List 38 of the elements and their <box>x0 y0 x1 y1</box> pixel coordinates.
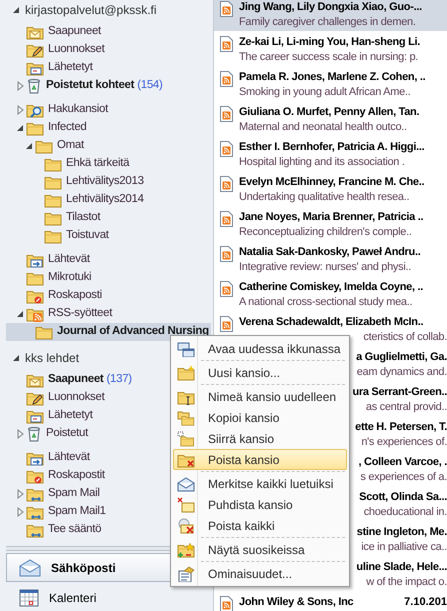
message-sender: Pamela R. Jones, Marlene Z. Cohen, .. <box>239 70 426 85</box>
message-sender: Giuliana O. Murfet, Penny Allen, Tan. <box>239 104 420 120</box>
message-sender: Catherine Comiskey, Imelda Coyne, .. <box>239 280 424 295</box>
message-sender: ette H. Petersen, T. <box>355 420 447 435</box>
unread-count: (154) <box>137 78 163 94</box>
message-sender: ura Serrant-Green.. <box>352 384 447 400</box>
message-sender: Natalia Sak-Dankosky, Paweł Andru.. <box>239 244 420 260</box>
message-date: 7.10.201 <box>404 594 447 610</box>
message-sender: Scott, Olinda Sa... <box>359 490 447 505</box>
message-title: Maternal and neonatal health outco.. <box>239 120 407 136</box>
message-title: The career success scale in nursing: p. <box>239 50 418 66</box>
message-sender: Verena Schadewaldt, Elizabeth McIn.. <box>239 314 424 330</box>
message-title: Reconceptualizing children's comple.. <box>239 225 412 240</box>
message-sender: Esther I. Bernhofer, Patricia A. Higgi... <box>239 140 424 155</box>
message-sender: , Colleen Varcoe, . <box>358 454 447 470</box>
message-title: w of the impact o. <box>366 575 447 590</box>
message-title: Hospital lighting and its association . <box>239 155 405 170</box>
message-title: Undertaking qualitative health resea.. <box>239 190 410 206</box>
message-sender: a Guglielmetti, Ga. <box>356 350 447 365</box>
message-title: Smoking in young adult African Ame.. <box>239 85 410 100</box>
message-title: Integrative review: nurses' and physi.. <box>239 260 411 276</box>
message-title: Family caregiver challenges in demen. <box>239 15 416 30</box>
message-sender: John Wiley & Sons, Inc <box>239 594 354 610</box>
message-sender: Jing Wang, Lily Dongxia Xiao, Guo-... <box>239 0 422 15</box>
message-sender: Evelyn McElhinney, Francine M. Che.. <box>239 174 424 190</box>
message-sender: Jane Noyes, Maria Brenner, Patricia .. <box>239 210 424 225</box>
message-sender: stine Ingleton, Me. <box>356 524 447 540</box>
message-title: n's experiences of. <box>361 435 447 450</box>
message-title: choeducational in. <box>364 505 447 520</box>
unread-count: (137) <box>106 372 132 388</box>
message-title: eam dynamics and. <box>356 365 447 380</box>
message-title: s experiences of a. <box>360 470 447 486</box>
message-title: as central provid.. <box>366 400 447 416</box>
message-title: ice in palliative ca.. <box>361 540 447 556</box>
message-sender: uline Slade, Hele... <box>356 560 447 575</box>
message-title: cteristics of collab. <box>363 330 447 346</box>
message-sender: Ze-kai Li, Li-ming You, Han-sheng Li. <box>239 34 420 50</box>
message-title: A national cross-sectional study mea.. <box>239 295 412 310</box>
